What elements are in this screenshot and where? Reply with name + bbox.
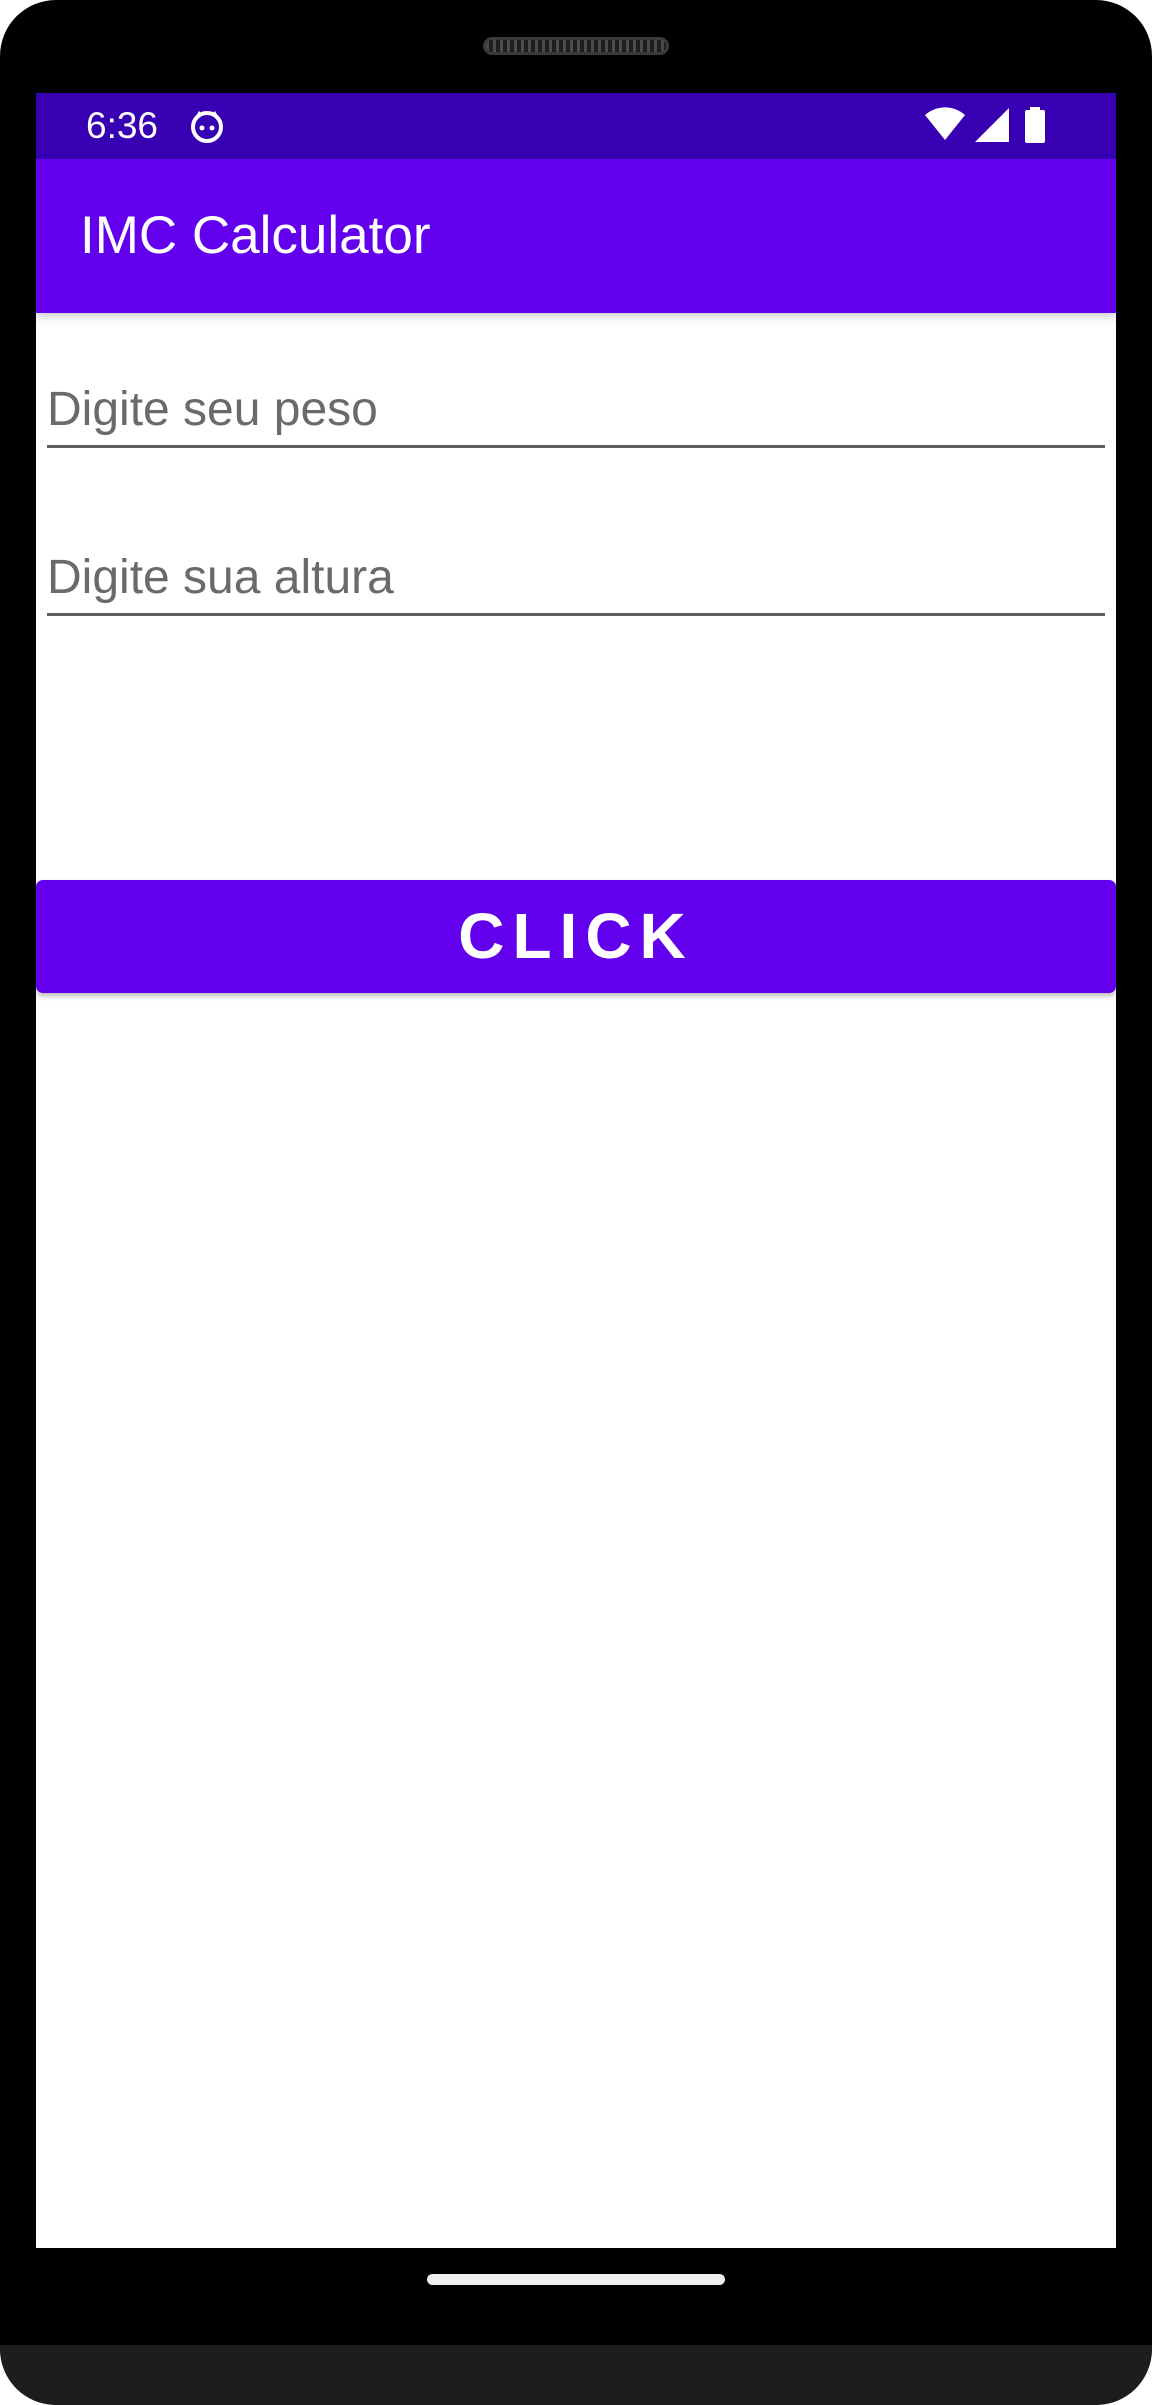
weight-field [47, 375, 1105, 448]
status-bar: 6:36 [36, 93, 1116, 159]
notification-cat-icon [189, 108, 225, 144]
weight-input[interactable] [47, 375, 1105, 445]
status-time: 6:36 [86, 105, 159, 146]
app-title: IMC Calculator [80, 206, 431, 265]
home-gesture-handle[interactable] [427, 2274, 725, 2285]
app-screen: 6:36 IMC Calculator Digite seu peso Digi… [36, 93, 1116, 2248]
height-input[interactable] [47, 543, 1105, 613]
app-bar: IMC Calculator [36, 159, 1116, 313]
earpiece-speaker [483, 37, 669, 55]
height-field [47, 543, 1105, 616]
phone-chin [0, 2345, 1152, 2405]
phone-frame: 6:36 IMC Calculator Digite seu peso Digi… [0, 0, 1152, 2405]
click-button[interactable]: CLICK [36, 880, 1116, 993]
